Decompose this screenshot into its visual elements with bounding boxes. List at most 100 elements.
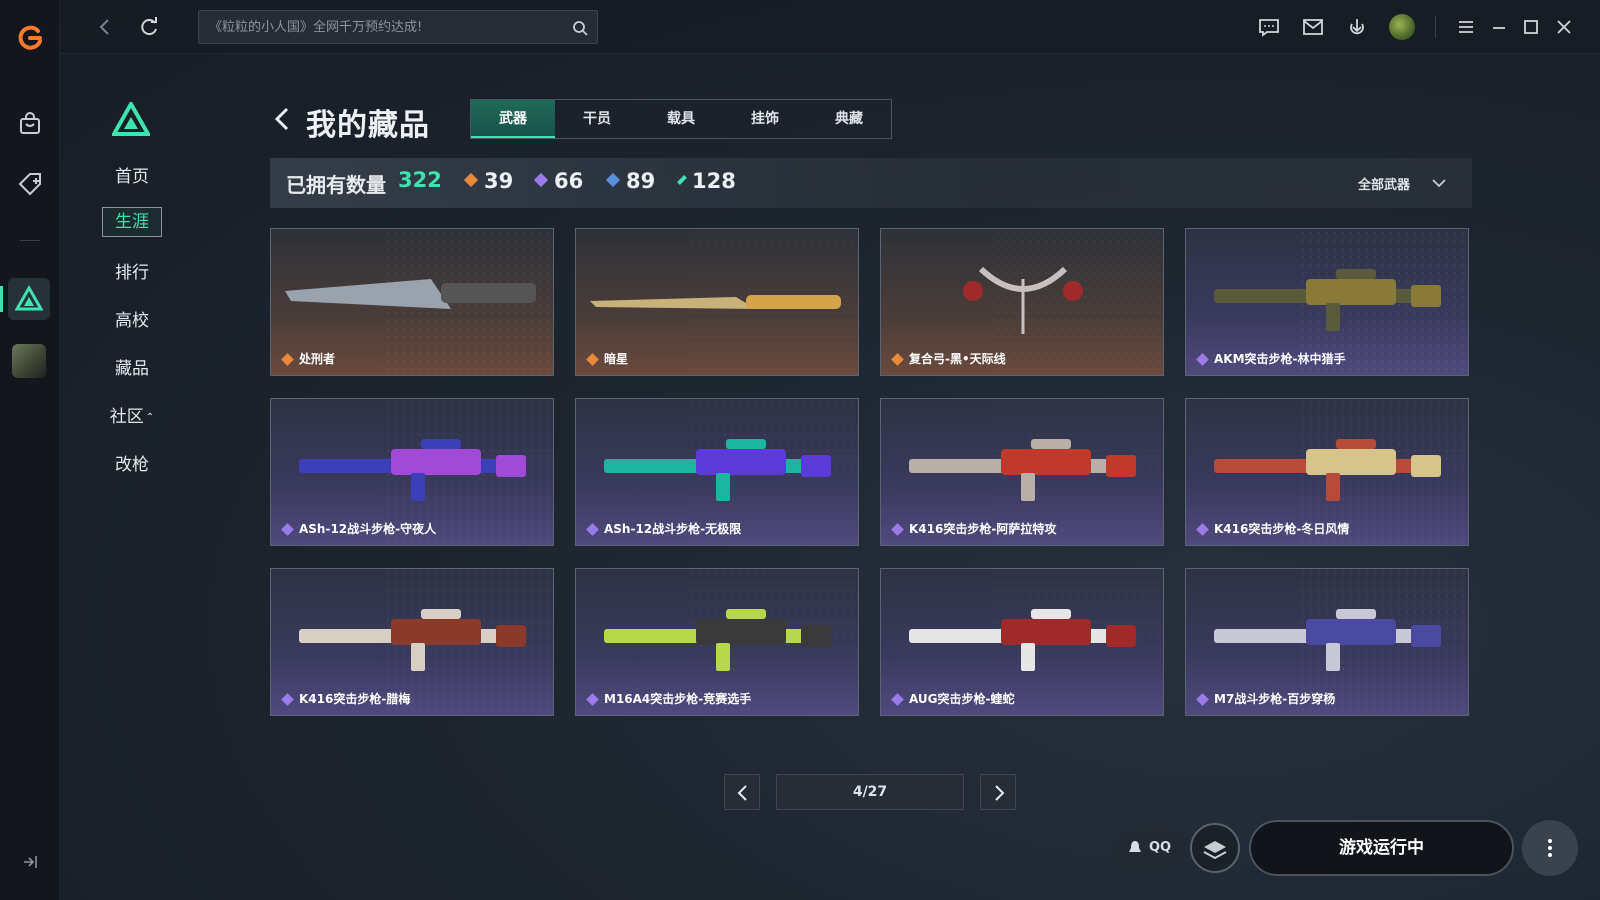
rarity-diamond-icon [281, 693, 294, 706]
weapon-name: 暗星 [604, 352, 629, 366]
more-options-button[interactable] [1522, 820, 1578, 876]
maximize-icon[interactable] [1519, 15, 1543, 39]
weapon-name: AUG突击步枪-蝰蛇 [909, 692, 1015, 706]
chevron-down-icon[interactable] [1430, 174, 1448, 192]
green-count-value: 128 [692, 169, 736, 193]
minimize-icon[interactable] [1487, 15, 1511, 39]
weapon-card[interactable]: 处刑者 [270, 228, 554, 376]
weapon-card[interactable]: AUG突击步枪-蝰蛇 [880, 568, 1164, 716]
weapon-card[interactable]: ASh-12战斗步枪-无极限 [575, 398, 859, 546]
topbar-divider [1435, 16, 1436, 38]
refresh-icon[interactable] [136, 14, 162, 40]
weapon-image [1214, 439, 1441, 501]
app-rail [0, 0, 60, 900]
search-input[interactable] [209, 11, 559, 43]
weapon-card[interactable]: 复合弓-黑•天际线 [880, 228, 1164, 376]
blue-count: 89 [605, 169, 656, 193]
purple-count: 66 [533, 169, 583, 193]
rarity-diamond-icon [586, 523, 599, 536]
delta-force-app-button[interactable] [8, 278, 50, 320]
weapon-image [590, 295, 841, 309]
prev-page-button[interactable] [724, 774, 760, 810]
layers-icon [1203, 841, 1227, 860]
delta-brand-icon [112, 102, 150, 136]
nav-college[interactable]: 高校 [102, 306, 162, 331]
nav-home[interactable]: 首页 [102, 162, 162, 187]
chevron-left-icon [737, 785, 747, 801]
weapon-name: ASh-12战斗步枪-守夜人 [299, 522, 437, 536]
search-box [198, 10, 598, 44]
rarity-diamond-icon [891, 353, 904, 366]
weapon-card[interactable]: AKM突击步枪-林中猎手 [1185, 228, 1469, 376]
weapon-card[interactable]: ASh-12战斗步枪-守夜人 [270, 398, 554, 546]
weapon-image [285, 279, 536, 309]
tab-weapons[interactable]: 武器 [471, 100, 555, 138]
weapon-image [963, 266, 1083, 334]
qq-penguin-icon [1129, 841, 1141, 852]
purple-diamond-icon [533, 172, 549, 188]
game-accelerator-button[interactable] [1190, 823, 1240, 873]
weapon-name: K416突击步枪-冬日风情 [1214, 522, 1350, 536]
page-indicator: 4/27 [776, 774, 964, 810]
nav-ranking[interactable]: 排行 [102, 258, 162, 283]
weapon-card[interactable]: K416突击步枪-阿萨拉特攻 [880, 398, 1164, 546]
rarity-diamond-icon [1196, 523, 1209, 536]
chat-icon[interactable] [1257, 15, 1281, 39]
menu-icon[interactable] [1454, 15, 1478, 39]
blue-count-value: 89 [626, 169, 656, 193]
weapon-name: 处刑者 [299, 352, 336, 366]
dot [1548, 853, 1552, 857]
gold-diamond-icon [463, 172, 479, 188]
tab-archive[interactable]: 典藏 [807, 100, 891, 138]
delta-triangle-icon [15, 285, 43, 311]
page-title: 我的藏品 [306, 108, 430, 143]
weapon-filter-dropdown[interactable]: 全部武器 [1358, 174, 1410, 193]
tab-charms[interactable]: 挂饰 [723, 100, 807, 138]
qq-login-button[interactable]: QQ [1115, 831, 1185, 865]
weapon-image [1214, 269, 1441, 331]
dot [1548, 846, 1552, 850]
search-icon[interactable] [571, 19, 589, 37]
tab-vehicles[interactable]: 载具 [639, 100, 723, 138]
user-avatar[interactable] [1389, 14, 1415, 40]
weapon-name: K416突击步枪-阿萨拉特攻 [909, 522, 1057, 536]
green-diamond-icon [677, 175, 687, 185]
store-bag-icon[interactable] [16, 110, 44, 138]
nav-collection[interactable]: 藏品 [102, 354, 162, 379]
owned-count-label: 已拥有数量 [286, 173, 386, 197]
app-logo-icon[interactable] [14, 22, 46, 54]
weapon-image [604, 609, 831, 671]
rarity-diamond-icon [281, 353, 294, 366]
weapon-card[interactable]: K416突击步枪-冬日风情 [1185, 398, 1469, 546]
next-page-button[interactable] [980, 774, 1016, 810]
back-nav-icon[interactable] [92, 14, 118, 40]
tab-operators[interactable]: 干员 [555, 100, 639, 138]
tag-plus-icon[interactable] [16, 170, 44, 198]
blue-diamond-icon [605, 172, 621, 188]
category-tabs: 武器 干员 载具 挂饰 典藏 [470, 99, 892, 139]
weapon-card[interactable]: M7战斗步枪-百步穿杨 [1185, 568, 1469, 716]
owned-count-value: 322 [398, 168, 442, 192]
download-icon[interactable] [1345, 15, 1369, 39]
weapon-name: AKM突击步枪-林中猎手 [1214, 352, 1346, 366]
nav-gunsmith[interactable]: 改枪 [102, 450, 162, 475]
pubg-game-avatar[interactable] [12, 344, 46, 378]
collapse-sidebar-icon[interactable] [20, 852, 40, 872]
weapon-image [909, 609, 1136, 671]
back-arrow-icon[interactable] [272, 104, 294, 134]
mail-icon[interactable] [1301, 15, 1325, 39]
nav-career[interactable]: 生涯 [102, 207, 162, 237]
weapon-name: ASh-12战斗步枪-无极限 [604, 522, 742, 536]
stats-bar: 已拥有数量 322 39 66 89 128 全部武器 [270, 158, 1472, 208]
weapon-card[interactable]: 暗星 [575, 228, 859, 376]
weapon-image [909, 439, 1136, 501]
weapon-name: K416突击步枪-腊梅 [299, 692, 411, 706]
weapon-card[interactable]: K416突击步枪-腊梅 [270, 568, 554, 716]
gold-count: 39 [463, 169, 513, 193]
nav-community[interactable]: 社区 ⌃ [102, 402, 162, 427]
weapon-card[interactable]: M16A4突击步枪-竞赛选手 [575, 568, 859, 716]
close-icon[interactable] [1552, 15, 1576, 39]
weapon-name: 复合弓-黑•天际线 [909, 352, 1006, 366]
game-running-button[interactable]: 游戏运行中 [1249, 820, 1514, 876]
weapon-image [1214, 609, 1441, 671]
